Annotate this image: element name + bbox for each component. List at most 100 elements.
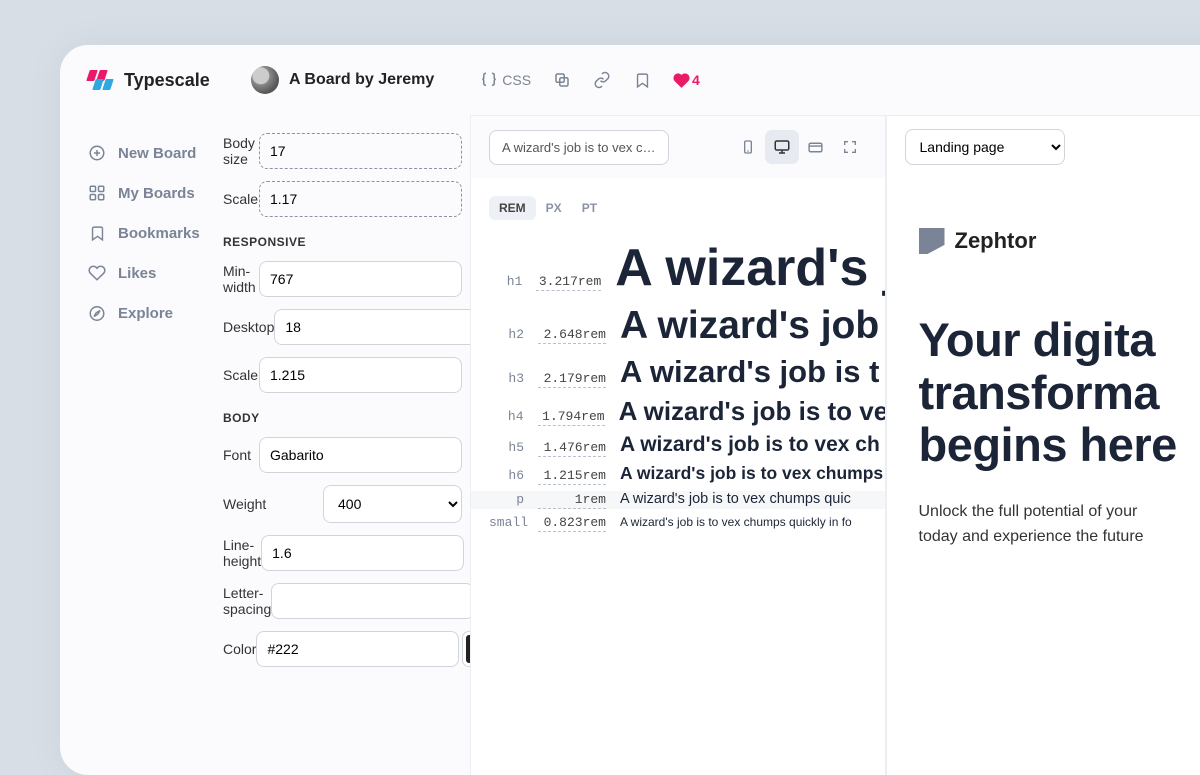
unit-tab-px[interactable]: PX [536,196,572,220]
css-button[interactable]: CSS [480,71,531,89]
scale-row: h5 1.476rem A wizard's job is to vex ch [489,433,885,457]
device-desktop-button[interactable] [765,130,799,164]
scale-row: h4 1.794rem A wizard's job is to ve [489,396,885,427]
link-icon [593,71,611,89]
bookmark-icon [88,224,106,242]
template-body: Zephtor Your digita transforma begins he… [887,178,1200,549]
nav-my-boards[interactable]: My Boards [88,173,223,213]
device-split-button[interactable] [799,130,833,164]
scale-row: p 1rem A wizard's job is to vex chumps q… [471,491,885,509]
heart-icon [88,264,106,282]
copy-button[interactable] [553,71,571,89]
device-mobile-button[interactable] [731,130,765,164]
scale-sample: A wizard's job is t [620,354,879,390]
scale-sample: A wizard's job is to vex chumps quickly … [620,515,852,529]
bookmark-icon [634,72,651,89]
nav-new-board[interactable]: New Board [88,133,223,173]
split-icon [807,139,824,156]
expand-icon [842,139,858,155]
board-title: A Board by Jeremy [289,71,434,89]
nav-label: My Boards [118,185,195,202]
scale-tag: h3 [489,371,524,386]
scale-tag: h5 [489,440,524,455]
braces-icon [480,71,498,89]
scale-row: small 0.823rem A wizard's job is to vex … [489,515,885,532]
resp-scale-input[interactable] [259,357,462,393]
weight-label: Weight [223,496,323,512]
sample-text-input[interactable] [489,130,669,165]
bookmark-button[interactable] [633,71,651,89]
nav-bookmarks[interactable]: Bookmarks [88,213,223,253]
avatar[interactable] [251,66,279,94]
css-label: CSS [502,72,531,88]
scale-size: 0.823rem [538,515,606,532]
heart-icon [673,72,690,89]
nav-label: Bookmarks [118,225,200,242]
unit-tab-pt[interactable]: PT [572,196,607,220]
scale-body: REM PX PT h1 3.217rem A wizard's j h2 2.… [471,178,885,775]
scale-sample: A wizard's job is to ve [619,396,885,427]
scale-tag: small [489,515,524,530]
template-brand: Zephtor [919,228,1200,254]
likes-counter[interactable]: 4 [673,72,700,89]
line-height-input[interactable] [261,535,464,571]
control-panel: Body size Scale RESPONSIVE Min-width Des… [223,115,470,775]
body-header: BODY [223,411,462,425]
min-width-label: Min-width [223,263,259,295]
top-bar: Typescale A Board by Jeremy CSS 4 [60,45,1200,115]
link-button[interactable] [593,71,611,89]
scale-label: Scale [223,191,259,207]
template-select[interactable]: Landing page [905,129,1065,165]
nav-likes[interactable]: Likes [88,253,223,293]
app-logo[interactable]: Typescale [88,70,223,91]
scale-size: 1.215rem [538,468,606,485]
scale-sample: A wizard's job is to vex chumps [620,463,883,484]
nav-label: Explore [118,305,173,322]
scale-tag: h1 [489,274,522,289]
body-size-input[interactable] [259,133,462,169]
scale-tag: p [489,492,524,507]
unit-tab-rem[interactable]: REM [489,196,536,220]
scale-pane-header [471,116,885,178]
color-input[interactable] [256,631,459,667]
compass-icon [88,304,106,322]
desktop-input[interactable] [274,309,477,345]
scale-sample: A wizard's job is to vex ch [620,433,880,457]
template-paragraph: Unlock the full potential of your today … [919,500,1200,550]
app-name: Typescale [124,70,210,91]
zephtor-mark-icon [919,228,945,254]
nav-explore[interactable]: Explore [88,293,223,333]
font-input[interactable] [259,437,462,473]
line-height-label: Line-height [223,537,261,569]
scale-size: 1.794rem [538,409,605,426]
scale-size: 3.217rem [536,274,601,291]
scale-sample: A wizard's job [620,304,879,348]
scale-input[interactable] [259,181,462,217]
grid-icon [88,184,106,202]
scale-row: h2 2.648rem A wizard's job [489,304,885,348]
nav-label: Likes [118,265,156,282]
template-pane: Landing page Zephtor Your digita transfo… [886,115,1200,775]
logo-icon [88,70,116,90]
body-size-label: Body size [223,135,259,167]
letter-spacing-label: Letter-spacing [223,585,271,617]
plus-circle-icon [88,144,106,162]
template-pane-header: Landing page [887,116,1200,178]
font-label: Font [223,447,259,463]
scale-size: 1rem [538,492,606,509]
board-title-block: A Board by Jeremy [251,66,434,94]
template-headline: Your digita transforma begins here [919,314,1200,472]
scale-sample: A wizard's job is to vex chumps quic [620,491,851,507]
desktop-label: Desktop [223,319,274,335]
min-width-input[interactable] [259,261,462,297]
weight-select[interactable]: 400 [323,485,462,523]
scale-row: h1 3.217rem A wizard's j [489,238,885,298]
copy-icon [553,71,571,89]
scale-pane: REM PX PT h1 3.217rem A wizard's j h2 2.… [470,115,886,775]
scale-size: 2.179rem [538,371,606,388]
nav-label: New Board [118,145,196,162]
scale-tag: h4 [489,409,524,424]
unit-tabs: REM PX PT [489,196,885,220]
fullscreen-button[interactable] [833,130,867,164]
letter-spacing-input[interactable] [271,583,474,619]
